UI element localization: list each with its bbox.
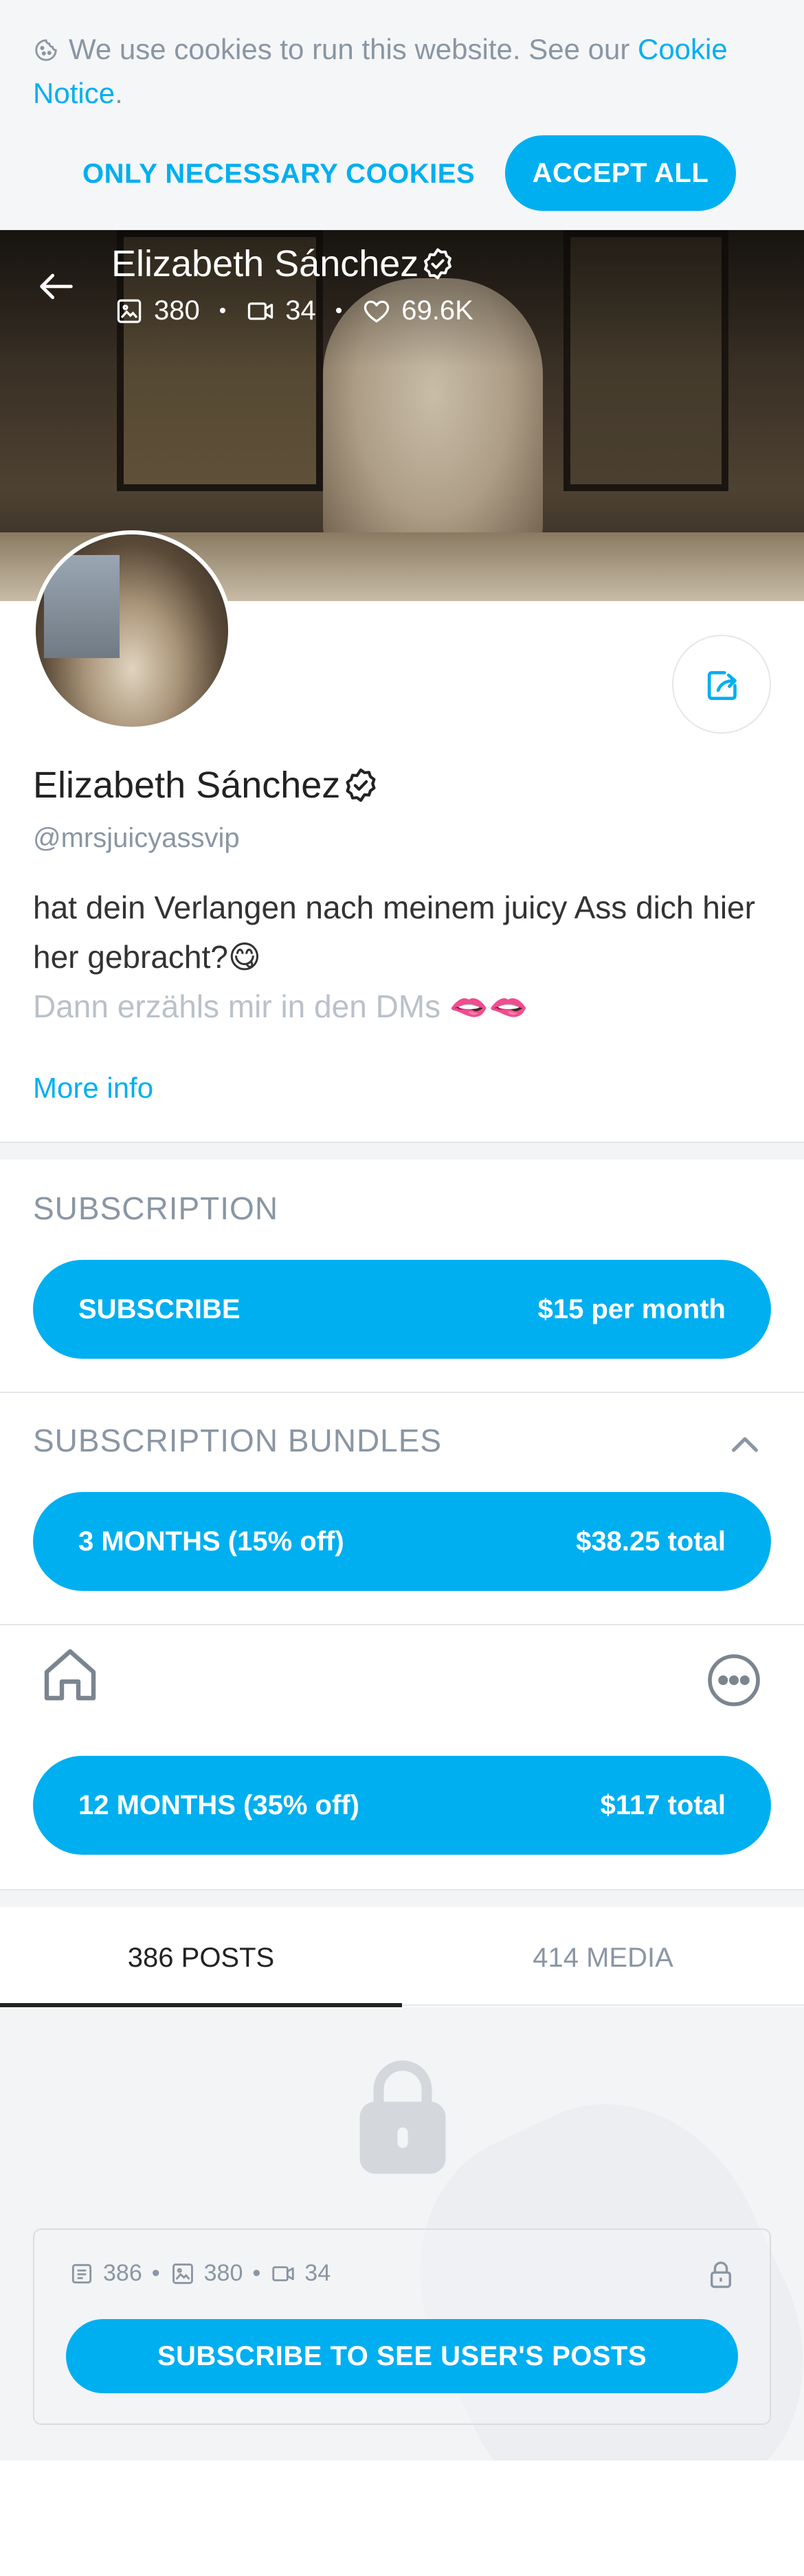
section-divider — [0, 1624, 804, 1625]
image-icon — [172, 2263, 193, 2284]
separator-dot: • — [219, 299, 227, 322]
subscription-title: SUBSCRIPTION — [33, 1190, 279, 1226]
cookie-text-suffix: . — [115, 77, 123, 109]
post-icon — [71, 2263, 92, 2283]
only-necessary-cookies-button[interactable]: ONLY NECESSARY COOKIES — [82, 137, 475, 210]
subscribe-to-see-posts-button[interactable]: SUBSCRIBE TO SEE USER'S POSTS — [66, 2319, 738, 2393]
bundle-label: 12 MONTHS (35% off) — [78, 1790, 359, 1820]
video-icon — [248, 302, 273, 320]
posts-count-value: 386 — [103, 2260, 142, 2286]
verified-icon — [346, 768, 376, 802]
images-count: 380 — [114, 295, 200, 326]
heart-icon — [364, 300, 390, 322]
bundle-price: $38.25 total — [576, 1526, 726, 1557]
share-button[interactable] — [672, 635, 771, 734]
section-divider — [0, 1889, 804, 1907]
bundle-price: $117 total — [600, 1790, 726, 1820]
likes-count-value: 69.6K — [401, 295, 473, 326]
cover-display-name: Elizabeth Sánchez — [111, 242, 456, 285]
videos-count-value: 34 — [304, 2260, 331, 2286]
profile-tabs: 386 POSTS 414 MEDIA — [0, 1910, 804, 2007]
chevron-up-icon[interactable] — [726, 1426, 764, 1465]
lock-icon — [359, 2060, 446, 2174]
separator-dot: • — [151, 2260, 160, 2286]
avatar[interactable] — [32, 530, 232, 731]
share-icon — [707, 671, 737, 700]
image-icon — [117, 299, 142, 323]
accept-all-button[interactable]: ACCEPT ALL — [505, 135, 736, 211]
profile-bio: hat dein Verlangen nach meinem juicy Ass… — [33, 883, 775, 1031]
back-arrow-icon[interactable] — [34, 264, 78, 308]
cover-name-text: Elizabeth Sánchez — [111, 243, 419, 284]
videos-count-value: 34 — [285, 295, 316, 326]
videos-count: 34 — [245, 295, 316, 326]
subscribe-label: SUBSCRIBE — [78, 1294, 241, 1324]
bundle-label: 3 MONTHS (15% off) — [78, 1526, 344, 1557]
more-info-link[interactable]: More info — [33, 1072, 153, 1105]
video-icon — [272, 2266, 294, 2281]
separator-dot: • — [335, 299, 343, 322]
profile-name-text: Elizabeth Sánchez — [33, 765, 341, 806]
bundles-title: SUBSCRIPTION BUNDLES — [33, 1423, 443, 1458]
cookie-icon — [35, 39, 57, 61]
section-divider — [0, 1392, 804, 1393]
locked-posts-card: 386 • 380 • 34 SUBSCRIBE TO SEE USER'S P… — [33, 2228, 771, 2425]
videos-count: 34 — [270, 2260, 331, 2287]
bundle-button-3-months[interactable]: 3 MONTHS (15% off) $38.25 total — [33, 1492, 771, 1591]
section-divider — [0, 1142, 804, 1160]
bio-line: hat dein Verlangen nach meinem juicy Ass… — [33, 890, 755, 975]
avatar-photo-detail — [44, 555, 120, 658]
likes-count: 69.6K — [361, 295, 473, 326]
tab-media[interactable]: 414 MEDIA — [402, 1910, 804, 2006]
subscribe-price: $15 per month — [537, 1294, 726, 1324]
locked-stats: 386 • 380 • 34 — [69, 2260, 331, 2287]
profile-handle: @mrsjuicyassvip — [33, 823, 240, 853]
cookie-text: We use cookies to run this website. See … — [69, 33, 638, 65]
separator-dot: • — [252, 2260, 261, 2286]
images-count: 380 — [170, 2260, 243, 2287]
tab-posts[interactable]: 386 POSTS — [0, 1910, 402, 2007]
more-icon[interactable] — [705, 1651, 763, 1709]
bundle-button-12-months[interactable]: 12 MONTHS (35% off) $117 total — [33, 1756, 771, 1855]
cookie-notice-text: We use cookies to run this website. See … — [33, 27, 775, 115]
home-icon[interactable] — [37, 1642, 103, 1708]
bio-line-faded: Dann erzähls mir in den DMs 🫦🫦 — [33, 988, 528, 1024]
lock-icon — [710, 2261, 732, 2288]
images-count-value: 380 — [203, 2260, 243, 2286]
subscribe-button[interactable]: SUBSCRIBE $15 per month — [33, 1260, 771, 1359]
verified-icon — [424, 248, 452, 280]
cover-stats: 380 • 34 • 69.6K — [114, 295, 473, 326]
cookie-banner: We use cookies to run this website. See … — [0, 0, 804, 230]
images-count-value: 380 — [154, 295, 200, 326]
profile-display-name: Elizabeth Sánchez — [33, 764, 380, 806]
posts-count: 386 — [69, 2260, 142, 2287]
locked-posts-area: 386 • 380 • 34 SUBSCRIBE TO SEE USER'S P… — [0, 2007, 804, 2461]
